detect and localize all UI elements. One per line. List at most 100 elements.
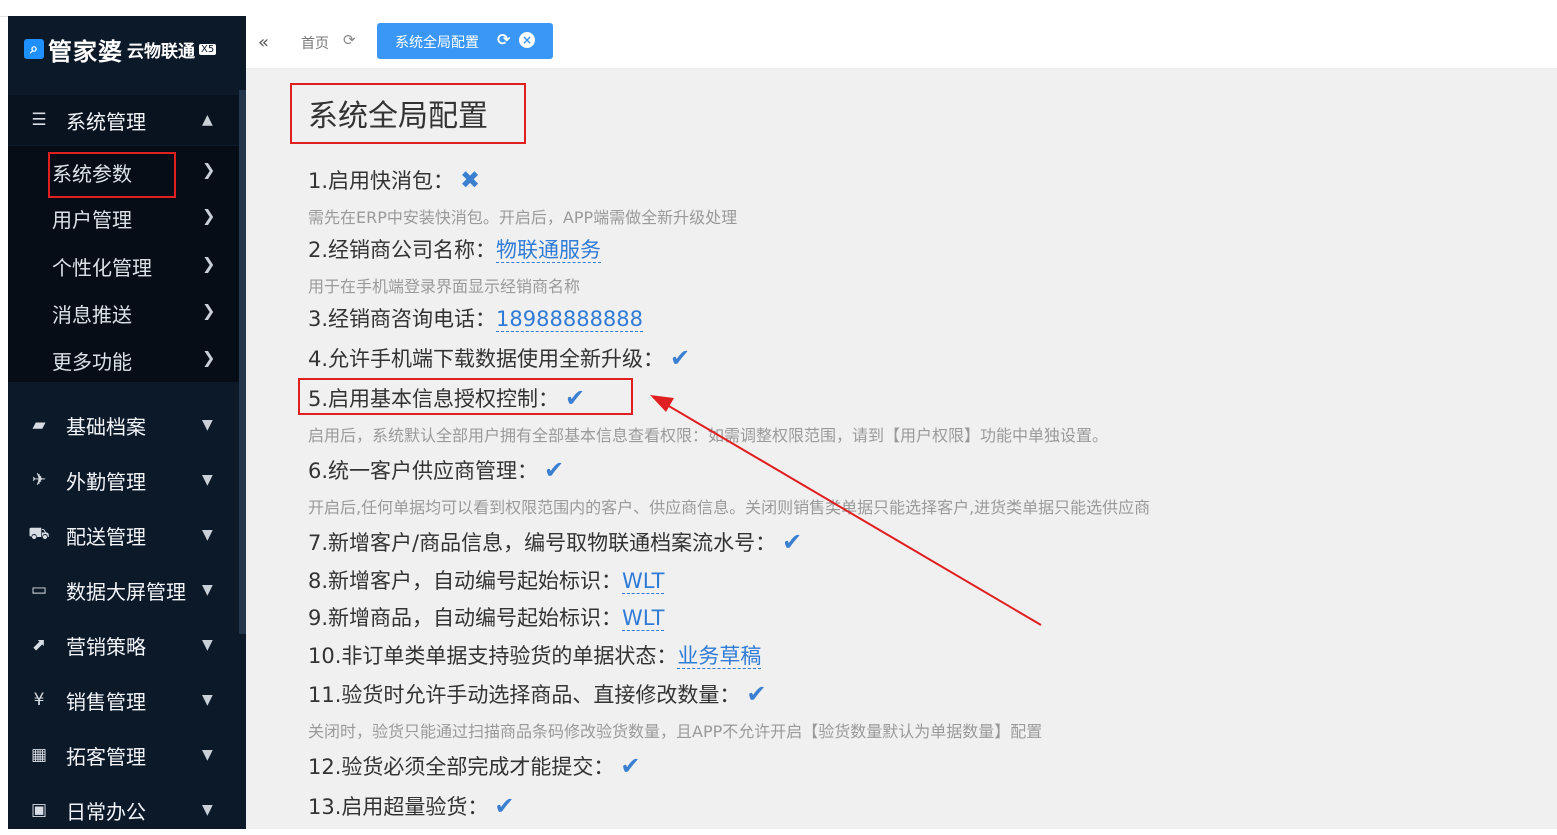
config-label: 11.验货时允许手动选择商品、直接修改数量：: [308, 683, 741, 707]
brand-name: 管家婆: [48, 37, 123, 66]
customer-prefix-value[interactable]: WLT: [622, 569, 665, 594]
product-prefix-value[interactable]: WLT: [622, 606, 665, 631]
config-label: 6.统一客户供应商管理：: [308, 459, 539, 483]
config-row-10: 10.非订单类单据支持验货的单据状态：业务草稿: [308, 640, 762, 670]
chevron-down-icon: ▼: [202, 802, 213, 818]
main-content: 系统全局配置 1.启用快消包： ✖ 需先在ERP中安装快消包。开启后，APP端需做…: [246, 69, 1557, 829]
config-desc-6: 开启后,任何单据均可以看到权限范围内的客户、供应商信息。关闭则销售类单据只能选择…: [308, 498, 1151, 517]
sidebar-item-label: 更多功能: [52, 350, 132, 374]
config-label: 1.启用快消包：: [308, 169, 455, 193]
highlight-box-page-title: [290, 83, 526, 144]
sidebar-group-marketing[interactable]: ⬈ 营销策略 ▼: [8, 620, 239, 670]
sidebar-group-label: 拓客管理: [66, 744, 146, 769]
sidebar-item-personalization[interactable]: 个性化管理 ❯: [8, 242, 239, 288]
truck-icon: ⛟: [28, 524, 50, 544]
sidebar-item-label: 消息推送: [52, 303, 132, 327]
config-row-4: 4.允许手机端下载数据使用全新升级： ✔: [308, 343, 690, 373]
sidebar-group-label: 基础档案: [66, 414, 146, 439]
check-icon[interactable]: ✔: [746, 680, 766, 708]
grid-icon: ▦: [30, 745, 48, 765]
chevron-down-icon: ▼: [202, 417, 213, 433]
sidebar-item-user-management[interactable]: 用户管理 ❯: [8, 194, 239, 240]
config-label: 12.验货必须全部完成才能提交：: [308, 755, 615, 779]
chevron-down-icon: ▼: [202, 747, 213, 763]
chevron-up-icon: ▲: [202, 112, 213, 128]
sidebar-group-daily-office[interactable]: ▣ 日常办公 ▼: [8, 785, 239, 835]
config-row-1: 1.启用快消包： ✖: [308, 165, 480, 195]
config-desc-5: 启用后，系统默认全部用户拥有全部基本信息查看权限：如需调整权限范围，请到【用户权…: [308, 426, 1109, 445]
config-label: 8.新增客户，自动编号起始标识：: [308, 569, 623, 593]
chevron-right-icon: ❯: [202, 206, 216, 225]
phone-value[interactable]: 18988888888: [496, 307, 644, 332]
config-desc-11: 关闭时，验货只能通过扫描商品条码修改验货数量，且APP不允许开启【验货数量默认为…: [308, 722, 1043, 741]
config-row-12: 12.验货必须全部完成才能提交： ✔: [308, 751, 641, 781]
chevron-down-icon: ▼: [202, 472, 213, 488]
sidebar-group-label: 销售管理: [66, 689, 146, 714]
highlight-box-auth-control: [298, 378, 633, 415]
brand-sub: 云物联通: [127, 41, 195, 62]
collapse-sidebar-icon[interactable]: «: [258, 32, 269, 53]
chevron-down-icon: ▼: [202, 692, 213, 708]
sidebar-group-customer-acquisition[interactable]: ▦ 拓客管理 ▼: [8, 730, 239, 780]
sidebar-group-sales[interactable]: ¥ 销售管理 ▼: [8, 675, 239, 725]
config-row-11: 11.验货时允许手动选择商品、直接修改数量： ✔: [308, 679, 767, 709]
logo-search-icon: ⌕: [24, 39, 44, 59]
refresh-icon[interactable]: ⟳: [497, 30, 510, 49]
cross-icon[interactable]: ✖: [460, 166, 480, 194]
sidebar-group-label: 系统管理: [66, 109, 146, 134]
config-label: 2.经销商公司名称：: [308, 238, 497, 262]
config-row-3: 3.经销商咨询电话：18988888888: [308, 303, 644, 333]
company-name-value[interactable]: 物联通服务: [496, 238, 602, 263]
sidebar-group-field-service[interactable]: ✈ 外勤管理 ▼: [8, 455, 239, 505]
config-label: 10.非订单类单据支持验货的单据状态：: [308, 644, 678, 668]
highlight-box-system-params: [48, 152, 176, 198]
config-row-6: 6.统一客户供应商管理： ✔: [308, 455, 564, 485]
config-label: 7.新增客户/商品信息，编号取物联通档案流水号：: [308, 531, 777, 555]
chevron-down-icon: ▼: [202, 637, 213, 653]
config-row-7: 7.新增客户/商品信息，编号取物联通档案流水号： ✔: [308, 527, 802, 557]
check-icon[interactable]: ✔: [670, 344, 690, 372]
sidebar-group-system[interactable]: ☰ 系统管理 ▲: [8, 95, 239, 145]
tab-system-global-config[interactable]: 系统全局配置 ⟳ ×: [377, 23, 553, 59]
config-label: 4.允许手机端下载数据使用全新升级：: [308, 347, 665, 371]
sidebar-group-label: 营销策略: [66, 634, 146, 659]
sidebar-item-more-features[interactable]: 更多功能 ❯: [8, 336, 239, 382]
brand-logo[interactable]: ⌕ 管家婆 云物联通 X5: [24, 32, 217, 66]
browser-bookmarks-bar: [0, 0, 1557, 17]
sidebar-scrollbar[interactable]: [239, 90, 246, 634]
sidebar-item-label: 个性化管理: [52, 256, 152, 280]
config-row-9: 9.新增商品，自动编号起始标识：WLT: [308, 602, 665, 632]
monitor-icon: ▭: [30, 580, 48, 600]
refresh-icon[interactable]: ⟳: [343, 31, 356, 49]
tab-home[interactable]: 首页: [301, 33, 329, 53]
chevron-down-icon: ▼: [202, 527, 213, 543]
inspection-status-value[interactable]: 业务草稿: [677, 644, 762, 669]
tab-label: 系统全局配置: [395, 35, 479, 51]
sliders-icon: ☰: [31, 110, 47, 130]
config-row-2: 2.经销商公司名称：物联通服务: [308, 234, 602, 264]
config-desc-1: 需先在ERP中安装快消包。开启后，APP端需做全新升级处理: [308, 208, 738, 227]
sidebar-group-big-screen[interactable]: ▭ 数据大屏管理 ▼: [8, 565, 239, 615]
config-row-8: 8.新增客户，自动编号起始标识：WLT: [308, 565, 665, 595]
config-label: 3.经销商咨询电话：: [308, 307, 497, 331]
plane-icon: ✈: [31, 470, 47, 490]
sidebar-group-label: 外勤管理: [66, 469, 146, 494]
close-icon[interactable]: ×: [519, 32, 535, 48]
sidebar: ⌕ 管家婆 云物联通 X5 ☰ 系统管理 ▲ 系统参数 ❯ 用户管理 ❯ 个性化…: [8, 16, 246, 829]
sidebar-group-delivery[interactable]: ⛟ 配送管理 ▼: [8, 510, 239, 560]
sidebar-item-push-messages[interactable]: 消息推送 ❯: [8, 289, 239, 335]
tab-bar: « 首页 ⟳ 系统全局配置 ⟳ ×: [246, 16, 1557, 69]
chevron-right-icon: ❯: [202, 254, 216, 273]
sidebar-item-label: 用户管理: [52, 208, 132, 232]
check-icon[interactable]: ✔: [620, 752, 640, 780]
check-icon[interactable]: ✔: [544, 456, 564, 484]
check-icon[interactable]: ✔: [494, 792, 514, 820]
check-icon[interactable]: ✔: [782, 528, 802, 556]
chevron-right-icon: ❯: [202, 348, 216, 367]
config-label: 9.新增商品，自动编号起始标识：: [308, 606, 623, 630]
chevron-right-icon: ❯: [202, 160, 216, 179]
config-desc-2: 用于在手机端登录界面显示经销商名称: [308, 277, 581, 296]
sidebar-group-basic-archive[interactable]: ▰ 基础档案 ▼: [8, 400, 239, 450]
chevron-down-icon: ▼: [202, 582, 213, 598]
yen-icon: ¥: [33, 690, 45, 710]
